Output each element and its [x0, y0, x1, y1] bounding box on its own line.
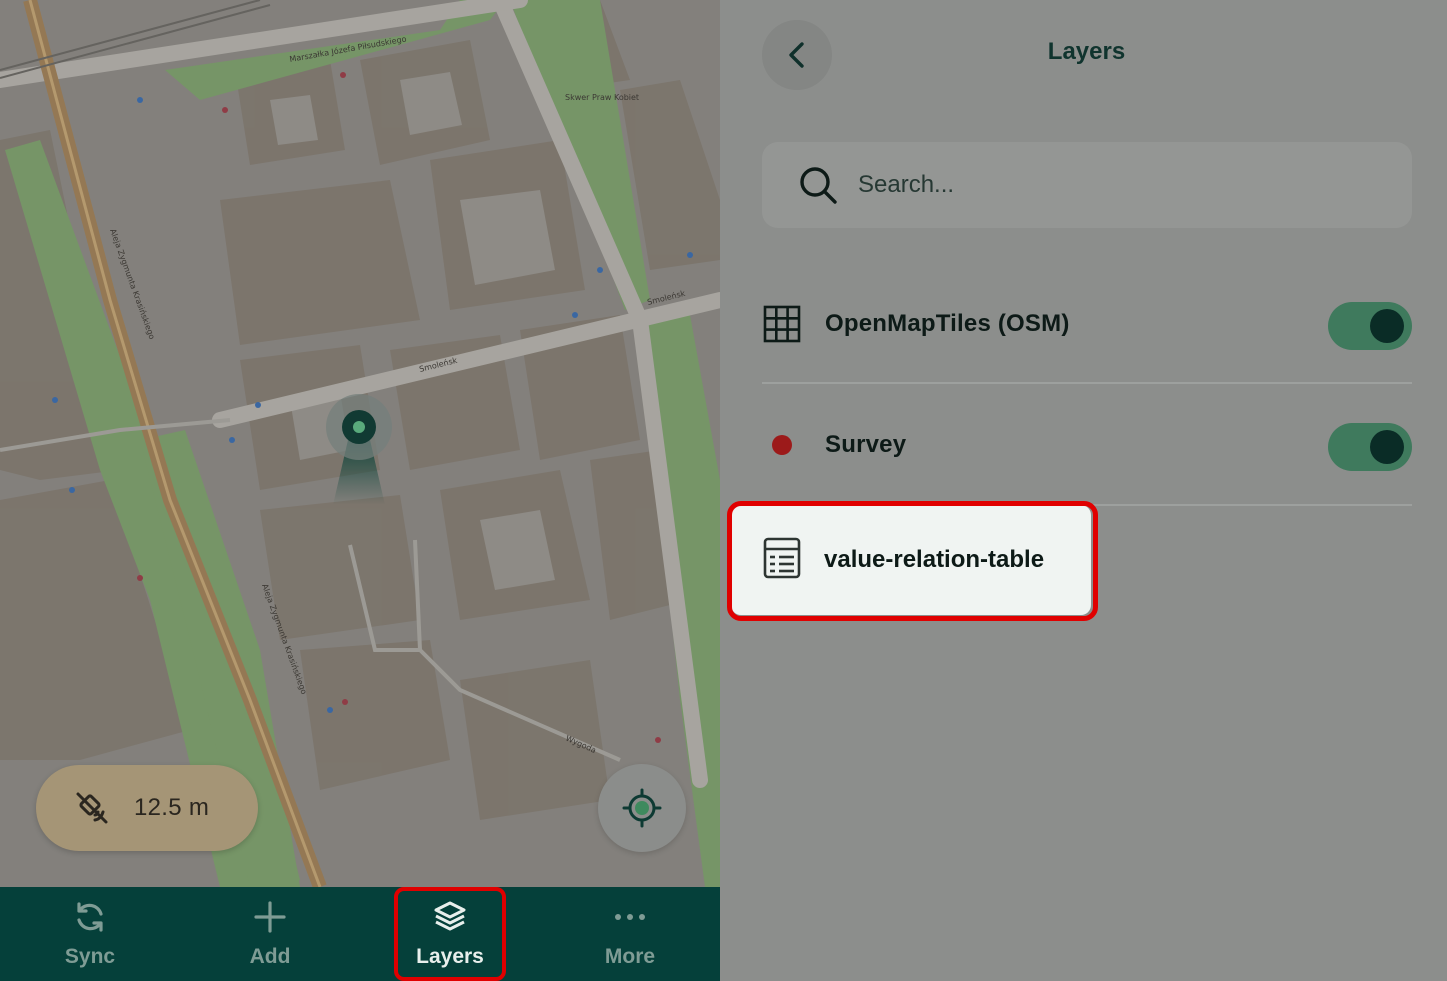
map-view[interactable]: Smoleńsk Smoleńsk Wygoda Aleja Zygmunta …	[0, 0, 720, 887]
layer-name: OpenMapTiles (OSM)	[825, 310, 1070, 337]
layer-visibility-toggle[interactable]	[1328, 302, 1412, 350]
satellite-off-icon	[72, 788, 112, 828]
search-field[interactable]	[762, 142, 1412, 228]
center-location-button[interactable]	[598, 764, 686, 852]
layers-panel: Layers OpenMapTiles (OSM) Survey	[720, 0, 1447, 981]
layer-row-openmaptiles[interactable]: OpenMapTiles (OSM)	[762, 264, 1412, 384]
point-layer-icon	[762, 425, 802, 465]
sync-icon	[72, 899, 108, 935]
gps-accuracy-indicator[interactable]: 12.5 m	[36, 765, 258, 851]
value-relation-highlight-box	[727, 501, 1098, 621]
map-dim-overlay	[0, 0, 720, 887]
plus-icon	[252, 899, 288, 935]
layer-visibility-toggle[interactable]	[1328, 423, 1412, 471]
layer-row-survey[interactable]: Survey	[762, 385, 1412, 505]
bottom-navigation: Sync Add Layers More	[0, 887, 720, 981]
nav-add-label: Add	[249, 945, 291, 968]
nav-add[interactable]: Add	[180, 887, 360, 981]
nav-sync[interactable]: Sync	[0, 887, 180, 981]
raster-grid-icon	[762, 304, 802, 344]
search-input[interactable]	[858, 171, 1358, 199]
nav-sync-label: Sync	[64, 945, 116, 968]
page-title: Layers	[1047, 38, 1126, 65]
layer-name: Survey	[825, 431, 907, 458]
layers-highlight-box	[394, 887, 506, 981]
divider	[762, 382, 1412, 384]
crosshair-icon	[622, 788, 662, 828]
nav-more-label: More	[604, 945, 656, 968]
nav-more[interactable]: More	[540, 887, 720, 981]
more-dots-icon	[612, 899, 648, 935]
search-icon	[800, 167, 837, 204]
accuracy-value: 12.5 m	[134, 794, 210, 821]
